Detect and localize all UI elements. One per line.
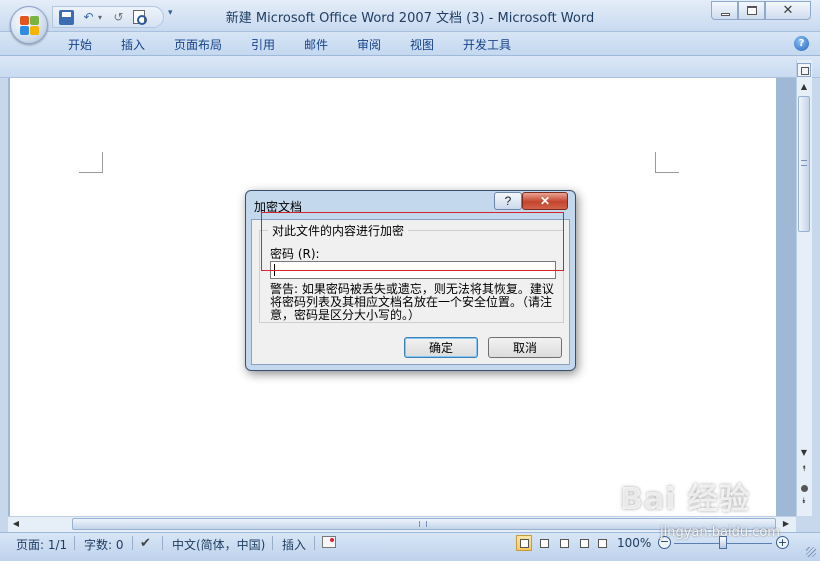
- undo-icon[interactable]: ↶: [81, 10, 96, 25]
- dialog-close-button[interactable]: ✕: [522, 192, 568, 210]
- vertical-scroll-thumb[interactable]: [798, 96, 810, 232]
- crop-mark-left: [79, 152, 103, 173]
- draft-view-button[interactable]: [594, 535, 610, 551]
- ruler-toggle-icon[interactable]: [797, 63, 811, 77]
- web-layout-icon: [560, 539, 569, 548]
- web-layout-view-button[interactable]: [556, 535, 572, 551]
- resize-grip-icon[interactable]: [806, 547, 816, 557]
- status-divider: [132, 536, 133, 550]
- ribbon-collapsed-strip: [0, 56, 820, 78]
- zoom-level[interactable]: 100%: [617, 536, 651, 550]
- grip-icon: [419, 521, 427, 527]
- text-caret: [274, 264, 275, 276]
- title-bar: 新建 Microsoft Office Word 2007 文档 (3) - M…: [0, 0, 820, 32]
- minimize-icon: [721, 13, 730, 16]
- page-count[interactable]: 页面: 1/1: [16, 536, 67, 553]
- outline-icon: [580, 539, 589, 548]
- print-preview-icon[interactable]: [133, 10, 147, 25]
- minimize-button[interactable]: [711, 1, 738, 20]
- outline-view-button[interactable]: [576, 535, 592, 551]
- status-divider: [314, 536, 315, 550]
- tab-home[interactable]: 开始: [68, 36, 92, 53]
- ok-button[interactable]: 确定: [404, 337, 478, 358]
- word-count[interactable]: 字数: 0: [84, 536, 124, 553]
- status-divider: [74, 536, 75, 550]
- reading-icon: [540, 539, 549, 548]
- status-divider: [272, 536, 273, 550]
- language-indicator[interactable]: 中文(简体，中国): [172, 536, 265, 553]
- encrypt-document-dialog: 加密文档 ? ✕ 对此文件的内容进行加密 密码 (R): 警告: 如果密码被丢失…: [245, 190, 576, 371]
- dialog-title: 加密文档: [254, 200, 303, 214]
- close-window-button[interactable]: ✕: [765, 1, 811, 20]
- cancel-button[interactable]: 取消: [488, 337, 562, 358]
- scroll-left-arrow-icon[interactable]: ◀: [10, 518, 22, 530]
- save-icon[interactable]: [59, 10, 74, 25]
- maximize-button[interactable]: [738, 1, 765, 20]
- proofing-icon[interactable]: ✔: [140, 536, 151, 551]
- macro-record-icon[interactable]: [322, 536, 336, 548]
- watermark-url: jingyan.baidu.com: [660, 525, 780, 540]
- tab-mailings[interactable]: 邮件: [304, 36, 328, 53]
- help-icon[interactable]: ?: [794, 36, 809, 51]
- crop-mark-right: [655, 152, 679, 173]
- full-screen-reading-view-button[interactable]: [536, 535, 552, 551]
- office-button[interactable]: [10, 6, 48, 44]
- maximize-icon: [747, 6, 757, 15]
- group-label: 对此文件的内容进行加密: [268, 222, 409, 239]
- dialog-help-button[interactable]: ?: [494, 192, 522, 210]
- scroll-up-arrow-icon[interactable]: ▲: [798, 80, 810, 94]
- select-browse-object-icon[interactable]: [801, 485, 808, 492]
- dialog-body: 对此文件的内容进行加密 密码 (R): 警告: 如果密码被丢失或遗忘，则无法将其…: [251, 219, 570, 365]
- insert-mode-indicator[interactable]: 插入: [282, 536, 306, 553]
- scroll-down-arrow-icon[interactable]: ▼: [798, 448, 810, 462]
- previous-page-icon[interactable]: ⯭: [798, 464, 810, 478]
- tab-view[interactable]: 视图: [410, 36, 434, 53]
- quick-access-toolbar: ↶ ▾ ↺: [52, 6, 164, 28]
- tab-page-layout[interactable]: 页面布局: [174, 36, 222, 53]
- encryption-group: 对此文件的内容进行加密 密码 (R): 警告: 如果密码被丢失或遗忘，则无法将其…: [259, 222, 564, 323]
- print-layout-icon: [520, 539, 529, 548]
- next-page-icon[interactable]: ⯯: [798, 496, 810, 510]
- customize-toolbar-icon[interactable]: ▾: [168, 8, 173, 18]
- tab-developer[interactable]: 开发工具: [463, 36, 511, 53]
- tab-references[interactable]: 引用: [251, 36, 275, 53]
- office-logo-icon: [20, 16, 40, 36]
- ribbon-tab-bar: 开始 插入 页面布局 引用 邮件 审阅 视图 开发工具 ?: [0, 32, 820, 56]
- grip-icon: [801, 160, 807, 166]
- tab-review[interactable]: 审阅: [357, 36, 381, 53]
- warning-text: 警告: 如果密码被丢失或遗忘，则无法将其恢复。建议将密码列表及其相应文档名放在一…: [270, 282, 554, 322]
- undo-dropdown-icon[interactable]: ▾: [96, 10, 104, 25]
- draft-icon: [598, 539, 607, 548]
- close-icon: ✕: [782, 3, 794, 18]
- status-divider: [162, 536, 163, 550]
- password-input[interactable]: [270, 261, 556, 279]
- print-layout-view-button[interactable]: [516, 535, 532, 551]
- password-label: 密码 (R):: [270, 247, 320, 261]
- redo-icon[interactable]: ↺: [111, 10, 126, 25]
- tab-insert[interactable]: 插入: [121, 36, 145, 53]
- baidu-jingyan-watermark: Bai 经验: [620, 482, 750, 517]
- scroll-right-arrow-icon[interactable]: ▶: [780, 518, 792, 530]
